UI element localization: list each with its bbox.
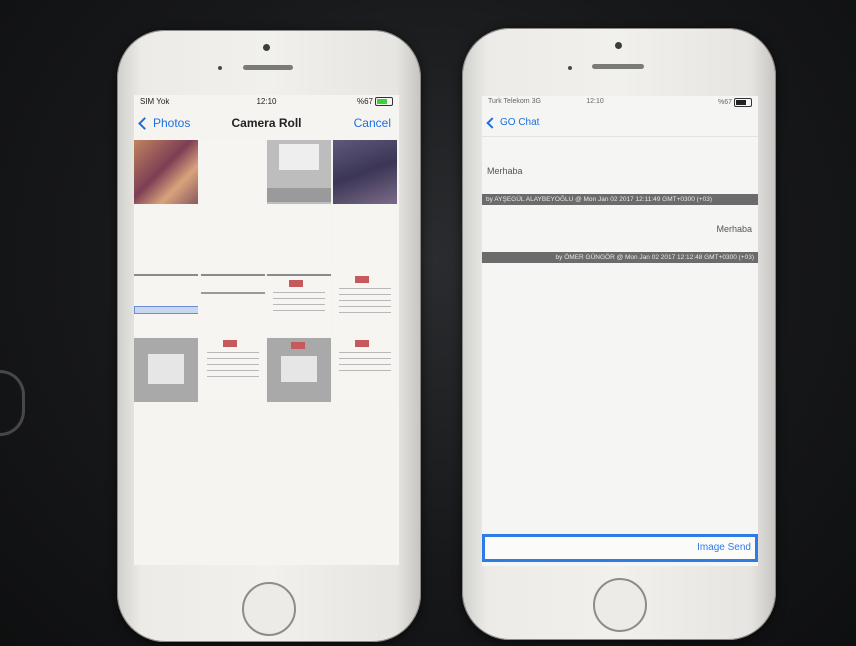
front-camera-icon <box>615 42 622 49</box>
photo-thumbnail[interactable] <box>333 206 397 270</box>
photo-thumbnail[interactable] <box>134 206 198 270</box>
screenshot-thumbnail[interactable] <box>267 272 331 336</box>
photo-thumbnail[interactable] <box>134 140 198 204</box>
earpiece-speaker <box>592 64 644 69</box>
navigation-bar: GO Chat <box>482 110 758 137</box>
front-camera-icon <box>263 44 270 51</box>
earpiece-speaker <box>243 65 293 70</box>
chevron-left-icon <box>486 116 498 129</box>
status-bar: SIM Yok 12:10 %67 <box>134 95 399 109</box>
message-text: Merhaba <box>716 224 752 234</box>
home-button[interactable] <box>242 582 296 636</box>
screenshot-thumbnail[interactable] <box>134 272 198 336</box>
screenshot-thumbnail[interactable] <box>134 338 198 402</box>
photo-thumbnail[interactable] <box>201 206 265 270</box>
right-screen: Turk Telekom 3G 12:10 %67 GO Chat Merhab… <box>482 96 758 566</box>
screenshot-thumbnail[interactable] <box>333 338 397 402</box>
screenshot-thumbnail[interactable] <box>201 338 265 402</box>
left-phone: SIM Yok 12:10 %67 Photos Camera Roll Can… <box>117 30 421 642</box>
message-meta: by ÖMER GÜNGÖR @ Mon Jan 02 2017 12:12:4… <box>482 252 758 263</box>
screenshot-thumbnail[interactable] <box>201 272 265 336</box>
screenshot-thumbnail[interactable] <box>333 272 397 336</box>
photo-thumbnail[interactable] <box>267 206 331 270</box>
photo-grid <box>134 140 399 560</box>
image-send-button[interactable]: Image Send <box>697 542 751 553</box>
screenshot-thumbnail[interactable] <box>267 140 331 204</box>
photo-thumbnail[interactable] <box>201 140 265 204</box>
photo-thumbnail[interactable] <box>333 140 397 204</box>
sensor-icon <box>568 66 572 70</box>
screenshot-thumbnail[interactable] <box>267 338 331 402</box>
battery-group: %67 <box>718 98 752 107</box>
right-phone: Turk Telekom 3G 12:10 %67 GO Chat Merhab… <box>462 28 776 640</box>
left-screen: SIM Yok 12:10 %67 Photos Camera Roll Can… <box>134 95 399 565</box>
home-button[interactable] <box>593 578 647 632</box>
message-input[interactable] <box>489 540 683 560</box>
battery-icon <box>375 97 393 106</box>
sensor-icon <box>218 66 222 70</box>
battery-icon <box>734 98 752 107</box>
cancel-button[interactable]: Cancel <box>354 116 391 130</box>
navigation-bar: Photos Camera Roll Cancel <box>134 109 399 137</box>
back-label: GO Chat <box>500 117 540 128</box>
message-text: Merhaba <box>487 166 523 176</box>
message-meta: by AYŞEGÜL ALAYBEYOĞLU @ Mon Jan 02 2017… <box>482 194 758 205</box>
battery-percent: %67 <box>717 99 732 106</box>
back-button[interactable]: GO Chat <box>486 116 540 129</box>
clock-label: 12:10 <box>586 98 604 105</box>
battery-group: %67 <box>357 97 393 106</box>
status-bar: Turk Telekom 3G 12:10 %67 <box>482 96 758 110</box>
battery-percent: %67 <box>356 97 373 106</box>
composer-bar: Image Send <box>482 534 758 562</box>
